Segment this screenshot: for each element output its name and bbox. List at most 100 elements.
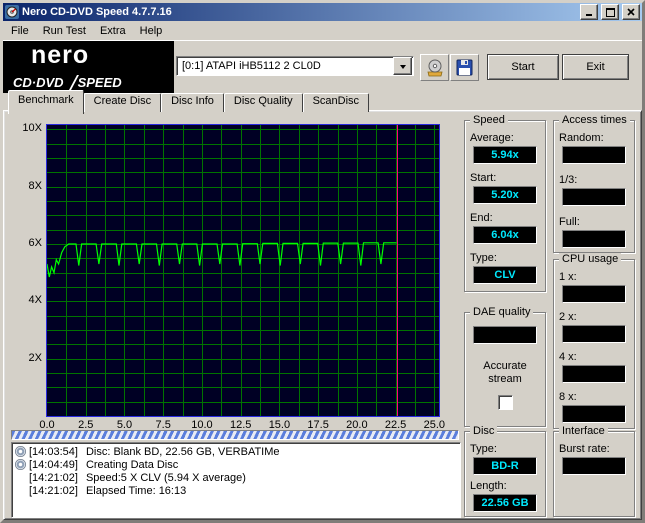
field-label: Full:	[559, 216, 580, 228]
accurate-stream-label: Accurate stream	[483, 360, 527, 385]
field-8-x: 8 x:	[554, 391, 634, 423]
save-results-button[interactable]	[450, 54, 479, 81]
dae-quality-value	[473, 326, 537, 344]
logo-cddvd-text: CD·DVD	[13, 75, 64, 90]
value-display: CLV	[473, 266, 537, 284]
log-message: Disc: Blank BD, 22.56 GB, VERBATIMe	[85, 445, 280, 458]
log-message: Creating Data Disc	[85, 458, 179, 471]
eject-disc-button[interactable]	[420, 54, 449, 81]
value-display	[562, 188, 626, 206]
y-axis: 10X 8X 6X 4X 2X	[12, 122, 42, 415]
tab-disc-info[interactable]: Disc Info	[161, 93, 224, 112]
log-message: Elapsed Time: 16:13	[85, 484, 187, 497]
field-label: Average:	[470, 132, 514, 144]
log-timestamp: [14:21:02]	[29, 484, 78, 497]
app-window: Nero CD-DVD Speed 4.7.7.16 File Run Test E…	[0, 0, 645, 523]
tab-disc-quality[interactable]: Disc Quality	[223, 93, 303, 112]
tab-bar: Benchmark Create Disc Disc Info Disc Qualit…	[8, 90, 370, 114]
drive-select-combobox[interactable]: [0:1] ATAPI iHB5112 2 CL0D	[176, 56, 414, 76]
y-tick-label: 2X	[28, 351, 42, 364]
value-display	[562, 365, 626, 383]
field-full: Full:	[554, 216, 634, 248]
field-label: Burst rate:	[559, 443, 610, 455]
value-display	[562, 146, 626, 164]
log-timestamp: [14:03:54]	[29, 445, 78, 458]
nero-product-text: CD·DVD SPEED	[13, 75, 122, 90]
disc-icon	[15, 446, 26, 457]
tab-create-disc[interactable]: Create Disc	[83, 93, 162, 112]
window-title: Nero CD-DVD Speed 4.7.7.16	[22, 6, 172, 18]
tab-benchmark[interactable]: Benchmark	[8, 90, 84, 114]
field-2-x: 2 x:	[554, 311, 634, 343]
panel-disc-title: Disc	[470, 425, 498, 437]
minimize-button[interactable]	[580, 4, 598, 20]
drive-select-value: [0:1] ATAPI iHB5112 2 CL0D	[182, 60, 321, 72]
y-tick-label: 4X	[28, 294, 42, 307]
value-display	[562, 325, 626, 343]
y-tick-label: 6X	[28, 236, 42, 249]
menu-item-run-test[interactable]: Run Test	[36, 23, 93, 39]
panel-speed-title: Speed	[470, 114, 508, 126]
menu-item-extra[interactable]: Extra	[93, 23, 133, 39]
value-display	[562, 405, 626, 423]
log-line[interactable]: [14:21:02] Speed:5 X CLV (5.94 X average)	[14, 471, 460, 484]
field-label: End:	[470, 212, 493, 224]
panel-access-times-title: Access times	[559, 114, 630, 126]
field-label: 2 x:	[559, 311, 577, 323]
panel-interface: Interface Burst rate:	[553, 425, 635, 517]
field-label: Length:	[470, 480, 507, 492]
value-display: BD-R	[473, 457, 537, 475]
nero-brand-text: nero	[31, 41, 90, 69]
title-bar[interactable]: Nero CD-DVD Speed 4.7.7.16	[3, 3, 642, 21]
field-end: End: 6.04x	[465, 212, 545, 244]
value-display	[562, 457, 626, 475]
start-button[interactable]: Start	[487, 54, 559, 80]
panel-access-times: Access times Random: 1/3: Full:	[553, 114, 635, 253]
field-type: Type: CLV	[465, 252, 545, 284]
panel-cpu-usage: CPU usage 1 x: 2 x: 4 x: 8 x:	[553, 253, 635, 429]
log-line[interactable]: [14:21:02] Elapsed Time: 16:13	[14, 484, 460, 497]
floppy-icon	[456, 59, 473, 76]
menu-item-file[interactable]: File	[4, 23, 36, 39]
panel-disc: Disc Type: BD-R Length: 22.56 GB	[464, 425, 546, 517]
panel-dae-quality-title: DAE quality	[470, 306, 534, 318]
benchmark-tab-page: 10X 8X 6X 4X 2X 0.0 2.5 5.0 7.5 10.0 12.5 15.0 17.5…	[3, 110, 642, 520]
value-display	[562, 285, 626, 303]
combo-dropdown-button[interactable]	[393, 57, 412, 75]
maximize-button[interactable]	[601, 4, 619, 20]
maximize-icon	[605, 7, 615, 17]
close-icon	[627, 8, 635, 16]
y-tick-label: 8X	[28, 179, 42, 192]
log-message: Speed:5 X CLV (5.94 X average)	[85, 471, 246, 484]
exit-button[interactable]: Exit	[562, 54, 629, 80]
accurate-stream-checkbox[interactable]	[497, 395, 513, 410]
panel-dae-quality: DAE quality Accurate stream	[464, 306, 546, 427]
log-timestamp: [14:04:49]	[29, 458, 78, 471]
field-1-x: 1 x:	[554, 271, 634, 303]
log-list[interactable]: [14:03:54] Disc: Blank BD, 22.56 GB, VERB…	[11, 442, 461, 518]
menu-bar: File Run Test Extra Help	[3, 21, 642, 40]
field-label: Type:	[470, 252, 497, 264]
field-label: Start:	[470, 172, 497, 184]
log-timestamp: [14:21:02]	[29, 471, 78, 484]
value-display: 6.04x	[473, 226, 537, 244]
toolbar: nero CD·DVD SPEED [0:1] ATAPI iHB5112 2 …	[3, 40, 642, 93]
field-length: Length: 22.56 GB	[465, 480, 545, 512]
log-line[interactable]: [14:04:49] Creating Data Disc	[14, 458, 460, 471]
speed-chart	[47, 125, 439, 416]
field-label: 1 x:	[559, 271, 577, 283]
field-4-x: 4 x:	[554, 351, 634, 383]
panel-cpu-usage-title: CPU usage	[559, 253, 622, 265]
field-label: 4 x:	[559, 351, 577, 363]
field-average: Average: 5.94x	[465, 132, 545, 164]
value-display	[562, 230, 626, 248]
field-type: Type: BD-R	[465, 443, 545, 475]
field-start: Start: 5.20x	[465, 172, 545, 204]
panel-interface-title: Interface	[559, 425, 608, 437]
minimize-icon	[586, 14, 592, 16]
field-burst-rate: Burst rate:	[554, 443, 634, 475]
log-line[interactable]: [14:03:54] Disc: Blank BD, 22.56 GB, VERB…	[14, 445, 460, 458]
close-button[interactable]	[622, 4, 640, 20]
tab-scandisc[interactable]: ScanDisc	[302, 93, 370, 112]
menu-item-help[interactable]: Help	[133, 23, 170, 39]
